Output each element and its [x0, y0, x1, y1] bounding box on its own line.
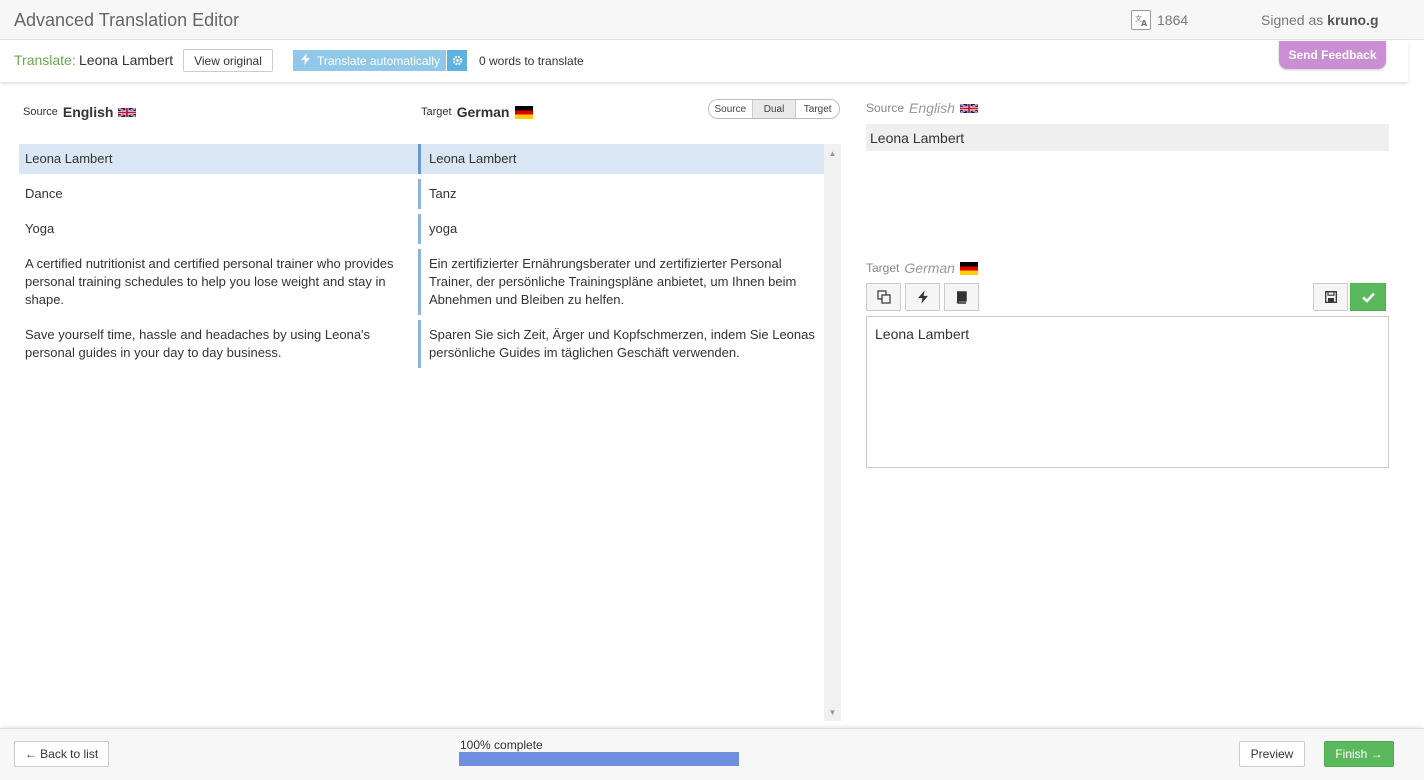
- glossary-button[interactable]: [944, 283, 979, 311]
- copy-source-button[interactable]: [866, 283, 901, 311]
- top-bar: Advanced Translation Editor 文A 1864 Sign…: [0, 0, 1424, 40]
- lightning-icon: [301, 53, 310, 68]
- editor-source-prefix: Source: [866, 101, 905, 115]
- segment-target[interactable]: Ein zertifizierter Ernährungsberater und…: [418, 249, 825, 315]
- germany-flag-icon: [514, 105, 533, 119]
- germany-flag-icon: [959, 261, 978, 275]
- progress-label: 100% complete: [460, 738, 543, 752]
- segment-target[interactable]: Leona Lambert: [418, 144, 825, 174]
- send-feedback-button[interactable]: Send Feedback: [1279, 41, 1386, 69]
- segment-row[interactable]: A certified nutritionist and certified p…: [19, 249, 825, 315]
- editor-source-text: Leona Lambert: [866, 124, 1389, 151]
- segment-source: A certified nutritionist and certified p…: [25, 256, 394, 307]
- svg-text:A: A: [1141, 19, 1148, 27]
- segment-row[interactable]: Save yourself time, hassle and headaches…: [19, 320, 825, 368]
- target-translation-editor[interactable]: Leona Lambert: [866, 316, 1389, 468]
- target-prefix: Target: [421, 106, 452, 118]
- machine-translate-button[interactable]: [905, 283, 940, 311]
- editor-target-language: German: [904, 260, 955, 276]
- uk-flag-icon: [118, 106, 137, 119]
- lightning-icon: [917, 290, 928, 304]
- finish-button[interactable]: Finish →: [1324, 741, 1394, 767]
- progress-bar: [459, 752, 739, 766]
- view-mode-target[interactable]: Target: [796, 100, 839, 118]
- translate-credits-icon: 文A: [1131, 10, 1151, 30]
- credits-count: 1864: [1157, 12, 1189, 28]
- segment-row[interactable]: Leona Lambert Leona Lambert: [19, 144, 825, 174]
- segment-source: Dance: [25, 186, 63, 201]
- save-button[interactable]: [1313, 283, 1348, 311]
- segment-row[interactable]: Yoga yoga: [19, 214, 825, 244]
- segment-source: Yoga: [25, 221, 55, 236]
- segment-source: Save yourself time, hassle and headaches…: [25, 327, 371, 360]
- target-language: German: [456, 104, 510, 120]
- editor-target-header: Target German: [866, 260, 978, 276]
- translate-automatically-label: Translate automatically: [317, 53, 440, 68]
- segment-list: Leona Lambert Leona Lambert Dance Tanz Y…: [19, 144, 825, 373]
- confirm-segment-button[interactable]: [1350, 283, 1386, 311]
- back-to-list-button[interactable]: ← Back to list: [14, 741, 109, 767]
- scroll-up-arrow-icon[interactable]: ▲: [824, 146, 841, 160]
- signed-in-status: Signed as kruno.g: [1261, 12, 1379, 28]
- credits: 文A 1864: [1131, 10, 1188, 30]
- auto-translate-settings-gear-icon[interactable]: [447, 50, 467, 71]
- signed-prefix: Signed as: [1261, 12, 1324, 28]
- segment-source: Leona Lambert: [25, 151, 113, 166]
- view-original-button[interactable]: View original: [183, 49, 273, 72]
- target-language-header: Target German: [421, 104, 533, 120]
- editor-target-prefix: Target: [866, 261, 900, 275]
- floppy-disk-icon: [1324, 291, 1337, 303]
- progress-bar-fill: [459, 752, 739, 766]
- view-mode-toggle: Source Dual Target: [708, 99, 840, 119]
- translate-automatically-button[interactable]: Translate automatically: [293, 50, 446, 71]
- source-language-header: Source English: [23, 104, 137, 120]
- book-icon: [956, 290, 967, 304]
- segment-target[interactable]: Tanz: [418, 179, 825, 209]
- username[interactable]: kruno.g: [1327, 12, 1378, 28]
- preview-button[interactable]: Preview: [1239, 741, 1305, 767]
- source-language: English: [62, 104, 114, 120]
- check-icon: [1361, 292, 1375, 303]
- scroll-down-arrow-icon[interactable]: ▼: [824, 705, 841, 719]
- copy-icon: [876, 290, 891, 304]
- editor-source-language: English: [909, 100, 955, 116]
- segment-target[interactable]: Sparen Sie sich Zeit, Ärger und Kopfschm…: [418, 320, 825, 368]
- uk-flag-icon: [959, 102, 979, 115]
- view-mode-source[interactable]: Source: [709, 100, 753, 118]
- segment-row[interactable]: Dance Tanz: [19, 179, 825, 209]
- words-to-translate-status: 0 words to translate: [479, 54, 584, 68]
- view-mode-dual[interactable]: Dual: [752, 100, 797, 118]
- editor-toolbar: Translate: Leona Lambert View original T…: [0, 40, 1408, 82]
- segment-scrollbar[interactable]: ▲ ▼: [824, 144, 841, 721]
- footer-bar: ← Back to list 100% complete Preview Fin…: [0, 728, 1424, 780]
- translate-label: Translate:: [14, 52, 76, 68]
- app-title: Advanced Translation Editor: [14, 10, 240, 30]
- source-prefix: Source: [23, 106, 58, 118]
- segment-target[interactable]: yoga: [418, 214, 825, 244]
- editor-source-header: Source English: [866, 100, 979, 116]
- document-name: Leona Lambert: [79, 52, 174, 68]
